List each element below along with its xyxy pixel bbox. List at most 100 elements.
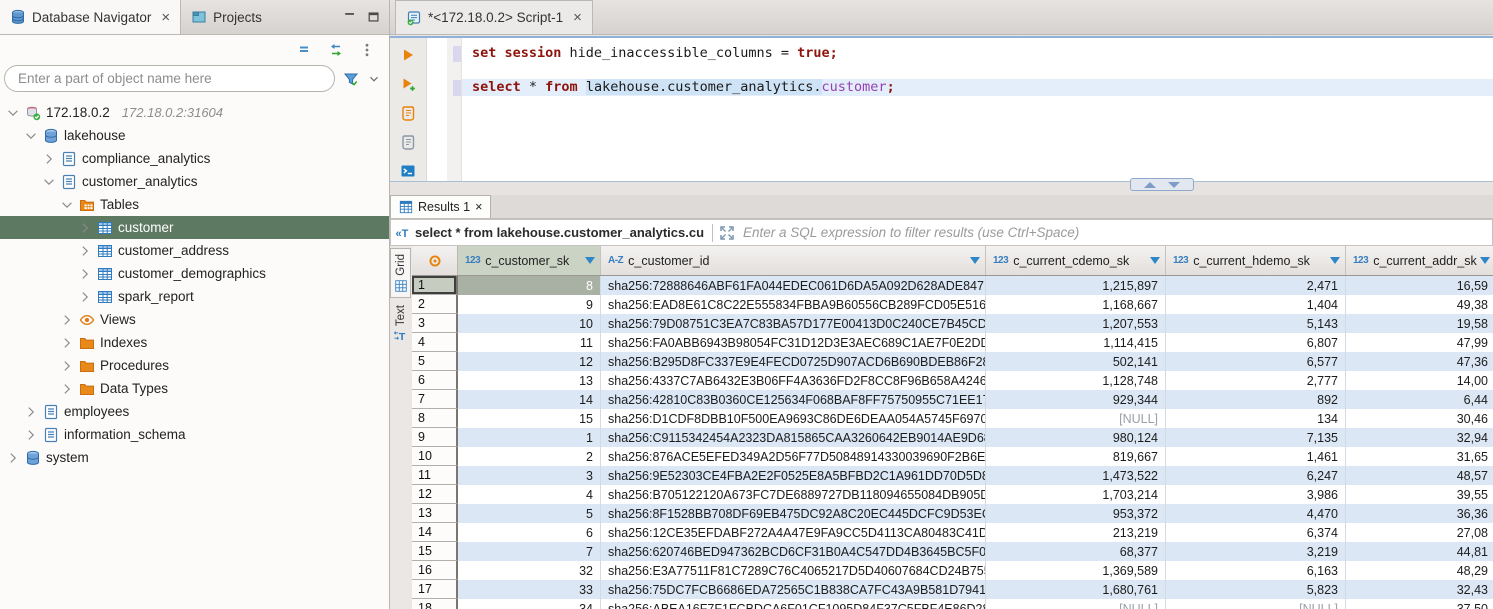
- row-number[interactable]: 15: [412, 542, 458, 561]
- cell-c_current_addr_sk[interactable]: 6,44: [1346, 390, 1493, 409]
- row-number[interactable]: 8: [412, 409, 458, 428]
- chevron-right-icon[interactable]: [6, 451, 20, 465]
- open-console-icon[interactable]: [400, 163, 416, 179]
- cell-c_current_hdemo_sk[interactable]: 7,135: [1166, 428, 1346, 447]
- cell-c_customer_id[interactable]: sha256:D1CDF8DBB10F500EA9693C86DE6DEAA05…: [601, 409, 986, 428]
- column-header-c_current_addr_sk[interactable]: 123c_current_addr_sk: [1346, 246, 1493, 275]
- code-line-current[interactable]: select * from lakehouse.customer_analyti…: [462, 79, 1493, 96]
- cell-c_customer_id[interactable]: sha256:B295D8FC337E9E4FECD0725D907ACD6B6…: [601, 352, 986, 371]
- cell-c_current_hdemo_sk[interactable]: 1,461: [1166, 447, 1346, 466]
- tab-results-1[interactable]: Results 1 ×: [390, 195, 491, 218]
- cell-c_current_hdemo_sk[interactable]: 1,404: [1166, 295, 1346, 314]
- cell-c_customer_sk[interactable]: 15: [458, 409, 601, 428]
- cell-c_customer_id[interactable]: sha256:B705122120A673FC7DE6889727DB11809…: [601, 485, 986, 504]
- column-header-c_current_hdemo_sk[interactable]: 123c_current_hdemo_sk: [1166, 246, 1346, 275]
- chevron-right-icon[interactable]: [60, 382, 74, 396]
- cell-c_current_hdemo_sk[interactable]: 892: [1166, 390, 1346, 409]
- cell-c_current_hdemo_sk[interactable]: 5,823: [1166, 580, 1346, 599]
- results-filter-bar[interactable]: «T select * from lakehouse.customer_anal…: [390, 219, 1493, 246]
- filter-placeholder[interactable]: Enter a SQL expression to filter results…: [743, 225, 1079, 240]
- cell-c_current_hdemo_sk[interactable]: 6,374: [1166, 523, 1346, 542]
- row-number[interactable]: 12: [412, 485, 458, 504]
- code-line[interactable]: set session hide_inaccessible_columns = …: [462, 45, 1493, 62]
- tree-item-customer-analytics[interactable]: customer_analytics: [0, 170, 389, 193]
- splitter-control[interactable]: [1130, 178, 1194, 191]
- cell-c_customer_id[interactable]: sha256:8F1528BB708DF69EB475DC92A8C20EC44…: [601, 504, 986, 523]
- cell-c_customer_sk[interactable]: 11: [458, 333, 601, 352]
- close-icon[interactable]: ×: [161, 10, 170, 25]
- cell-c_current_cdemo_sk[interactable]: [NULL]: [986, 409, 1166, 428]
- cell-c_customer_sk[interactable]: 14: [458, 390, 601, 409]
- cell-c_customer_id[interactable]: sha256:79D08751C3EA7C83BA57D177E00413D0C…: [601, 314, 986, 333]
- tree-item-customer[interactable]: customer: [0, 216, 389, 239]
- cell-c_current_cdemo_sk[interactable]: 502,141: [986, 352, 1166, 371]
- row-number[interactable]: 16: [412, 561, 458, 580]
- grid-corner-cell[interactable]: [412, 246, 458, 275]
- column-menu-arrow-icon[interactable]: [1150, 257, 1160, 264]
- cell-c_current_hdemo_sk[interactable]: 6,577: [1166, 352, 1346, 371]
- cell-c_current_hdemo_sk[interactable]: 134: [1166, 409, 1346, 428]
- cell-c_customer_id[interactable]: sha256:42810C83B0360CE125634F068BAF8FF75…: [601, 390, 986, 409]
- cell-c_customer_sk[interactable]: 3: [458, 466, 601, 485]
- row-number[interactable]: 2: [412, 295, 458, 314]
- cell-c_current_cdemo_sk[interactable]: 1,369,589: [986, 561, 1166, 580]
- cell-c_customer_sk[interactable]: 5: [458, 504, 601, 523]
- cell-c_current_cdemo_sk[interactable]: 1,207,553: [986, 314, 1166, 333]
- cell-c_customer_sk[interactable]: 32: [458, 561, 601, 580]
- tree-item-customer-address[interactable]: customer_address: [0, 239, 389, 262]
- sql-editor[interactable]: set session hide_inaccessible_columns = …: [390, 36, 1493, 181]
- splitter-up-icon[interactable]: [1144, 182, 1156, 188]
- explain-plan-icon[interactable]: [400, 134, 416, 150]
- chevron-down-icon[interactable]: [60, 198, 74, 212]
- cell-c_customer_id[interactable]: sha256:FA0ABB6943B98054FC31D12D3E3AEC689…: [601, 333, 986, 352]
- column-menu-arrow-icon[interactable]: [1480, 257, 1490, 264]
- row-number[interactable]: 18: [412, 599, 458, 609]
- tree-item-information-schema[interactable]: information_schema: [0, 423, 389, 446]
- cell-c_customer_id[interactable]: sha256:C9115342454A2323DA815865CAA326064…: [601, 428, 986, 447]
- chevron-right-icon[interactable]: [60, 313, 74, 327]
- cell-c_current_cdemo_sk[interactable]: 953,372: [986, 504, 1166, 523]
- cell-c_current_addr_sk[interactable]: 32,94: [1346, 428, 1493, 447]
- cell-c_current_addr_sk[interactable]: 49,38: [1346, 295, 1493, 314]
- execute-script-icon[interactable]: [400, 105, 416, 121]
- tab-sql-script[interactable]: *<172.18.0.2> Script-1 ×: [395, 0, 593, 34]
- row-number[interactable]: 17: [412, 580, 458, 599]
- cell-c_current_hdemo_sk[interactable]: 2,777: [1166, 371, 1346, 390]
- column-header-c_customer_sk[interactable]: 123c_customer_sk: [458, 246, 601, 275]
- cell-c_customer_id[interactable]: sha256:4337C7AB6432E3B06FF4A3636FD2F8CC8…: [601, 371, 986, 390]
- cell-c_current_addr_sk[interactable]: 39,55: [1346, 485, 1493, 504]
- cell-c_current_hdemo_sk[interactable]: 2,471: [1166, 276, 1346, 295]
- cell-c_current_cdemo_sk[interactable]: 1,114,415: [986, 333, 1166, 352]
- expand-filter-icon[interactable]: [719, 225, 735, 241]
- chevron-right-icon[interactable]: [42, 152, 56, 166]
- row-number[interactable]: 9: [412, 428, 458, 447]
- cell-c_current_hdemo_sk[interactable]: 3,986: [1166, 485, 1346, 504]
- chevron-down-icon[interactable]: [24, 129, 38, 143]
- cell-c_current_hdemo_sk[interactable]: 4,470: [1166, 504, 1346, 523]
- tree-item-system[interactable]: system: [0, 446, 389, 469]
- cell-c_customer_sk[interactable]: 10: [458, 314, 601, 333]
- chevron-right-icon[interactable]: [24, 405, 38, 419]
- cell-c_customer_id[interactable]: sha256:876ACE5EFED349A2D56F77D5084891433…: [601, 447, 986, 466]
- cell-c_current_addr_sk[interactable]: 30,46: [1346, 409, 1493, 428]
- cell-c_current_hdemo_sk[interactable]: 3,219: [1166, 542, 1346, 561]
- cell-c_customer_id[interactable]: sha256:75DC7FCB6686EDA72565C1B838CA7FC43…: [601, 580, 986, 599]
- row-number[interactable]: 13: [412, 504, 458, 523]
- code-line[interactable]: [462, 62, 1493, 79]
- tree-item-indexes[interactable]: Indexes: [0, 331, 389, 354]
- cell-c_current_cdemo_sk[interactable]: 1,128,748: [986, 371, 1166, 390]
- column-menu-arrow-icon[interactable]: [1330, 257, 1340, 264]
- cell-c_current_addr_sk[interactable]: 14,00: [1346, 371, 1493, 390]
- maximize-icon[interactable]: [367, 10, 381, 24]
- tree-item-data-types[interactable]: Data Types: [0, 377, 389, 400]
- cell-c_current_cdemo_sk[interactable]: 68,377: [986, 542, 1166, 561]
- cell-c_current_addr_sk[interactable]: 44,81: [1346, 542, 1493, 561]
- view-menu-icon[interactable]: [359, 42, 375, 58]
- tree-item-compliance-analytics[interactable]: compliance_analytics: [0, 147, 389, 170]
- cell-c_current_hdemo_sk[interactable]: [NULL]: [1166, 599, 1346, 609]
- tree-item-procedures[interactable]: Procedures: [0, 354, 389, 377]
- chevron-down-icon[interactable]: [42, 175, 56, 189]
- row-number[interactable]: 3: [412, 314, 458, 333]
- cell-c_current_cdemo_sk[interactable]: 213,219: [986, 523, 1166, 542]
- cell-c_current_cdemo_sk[interactable]: 1,680,761: [986, 580, 1166, 599]
